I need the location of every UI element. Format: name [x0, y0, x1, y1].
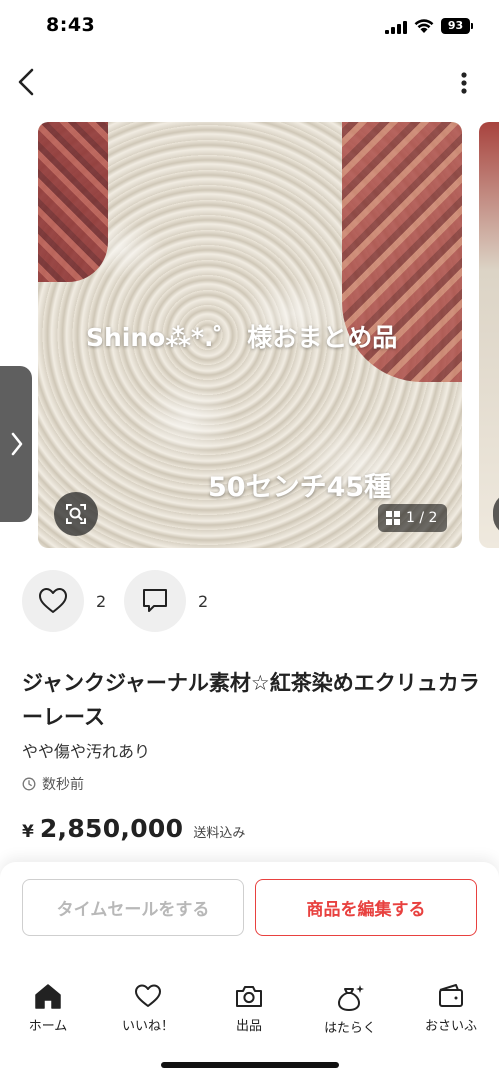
tab-home-label: ホーム: [28, 1019, 68, 1034]
item-photo[interactable]: Shino⁂*.゜ 様おまとめ品 50センチ45種 1 / 2: [38, 122, 462, 548]
item-title: ジャンクジャーナル素材☆紅茶染めエクリュカラーレース: [22, 671, 480, 729]
item-detail-screen: 8:43 93 Shino⁂*.゜ 様おまとめ品 50センチ45種 1 / 2 …: [0, 0, 499, 1080]
home-icon: [35, 984, 61, 1009]
tab-likes-label: いいね！: [121, 1019, 174, 1034]
more-vertical-icon: [461, 72, 467, 94]
tab-wallet[interactable]: おさいふ: [411, 980, 491, 1036]
item-condition: やや傷や汚れあり: [22, 742, 151, 761]
price-currency: ¥: [22, 822, 34, 842]
wallet-icon: [439, 984, 463, 1007]
tab-wallet-label: おさいふ: [424, 1019, 477, 1034]
photo-overlay-text-2: 50センチ45種: [208, 472, 392, 503]
like-count: 2: [96, 592, 107, 611]
photo-counter-text: 1 / 2: [406, 510, 438, 526]
comment-count: 2: [198, 592, 209, 611]
next-photo-preview[interactable]: [479, 122, 499, 548]
clock-icon: [22, 777, 36, 791]
posted-time: 数秒前: [22, 774, 84, 794]
chevron-right-icon: [11, 432, 23, 456]
posted-time-text: 数秒前: [42, 777, 84, 793]
signal-icon: [385, 21, 407, 34]
camera-icon: [236, 986, 262, 1007]
side-panel-toggle[interactable]: [0, 366, 32, 522]
shipping-note: 送料込み: [193, 826, 246, 841]
photo-page-counter: 1 / 2: [378, 504, 448, 532]
tab-sell-label: 出品: [235, 1019, 262, 1034]
back-button[interactable]: [10, 62, 46, 102]
image-search-button[interactable]: [54, 492, 98, 536]
comment-icon: [143, 589, 167, 612]
status-bar: 8:43 93: [0, 0, 499, 56]
tab-bar: ホーム いいね！ 出品 はたらく おさいふ: [0, 980, 499, 1040]
tab-work-label: はたらく: [324, 1021, 376, 1036]
grid-icon: [386, 511, 400, 525]
like-button[interactable]: [22, 570, 84, 632]
next-photo-button-peek: [493, 492, 499, 536]
item-price: ¥ 2,850,000 送料込み: [22, 814, 245, 843]
wifi-icon: [414, 19, 434, 33]
image-search-icon: [66, 504, 86, 524]
home-indicator: [161, 1062, 339, 1068]
battery-tip: [471, 23, 473, 29]
more-options-button[interactable]: [450, 66, 478, 100]
edit-item-button[interactable]: 商品を編集する: [255, 879, 477, 936]
status-time: 8:43: [46, 14, 96, 36]
tab-sell[interactable]: 出品: [209, 980, 289, 1036]
heart-icon: [135, 984, 161, 1007]
photo-overlay-text: Shino⁂*.゜ 様おまとめ品: [86, 323, 398, 352]
comment-button[interactable]: [124, 570, 186, 632]
tab-likes[interactable]: いいね！: [108, 980, 188, 1036]
money-bag-icon: [338, 985, 364, 1011]
battery-icon: 93: [441, 18, 470, 34]
photo-background-left: [38, 122, 108, 282]
timesale-button[interactable]: タイムセールをする: [22, 879, 244, 936]
tab-home[interactable]: ホーム: [8, 980, 88, 1036]
price-value: 2,850,000: [39, 814, 184, 843]
chevron-left-icon: [18, 68, 34, 96]
heart-icon: [39, 588, 67, 613]
tab-work[interactable]: はたらく: [310, 980, 390, 1036]
bottom-action-sheet: タイムセールをする 商品を編集する: [0, 862, 499, 1080]
